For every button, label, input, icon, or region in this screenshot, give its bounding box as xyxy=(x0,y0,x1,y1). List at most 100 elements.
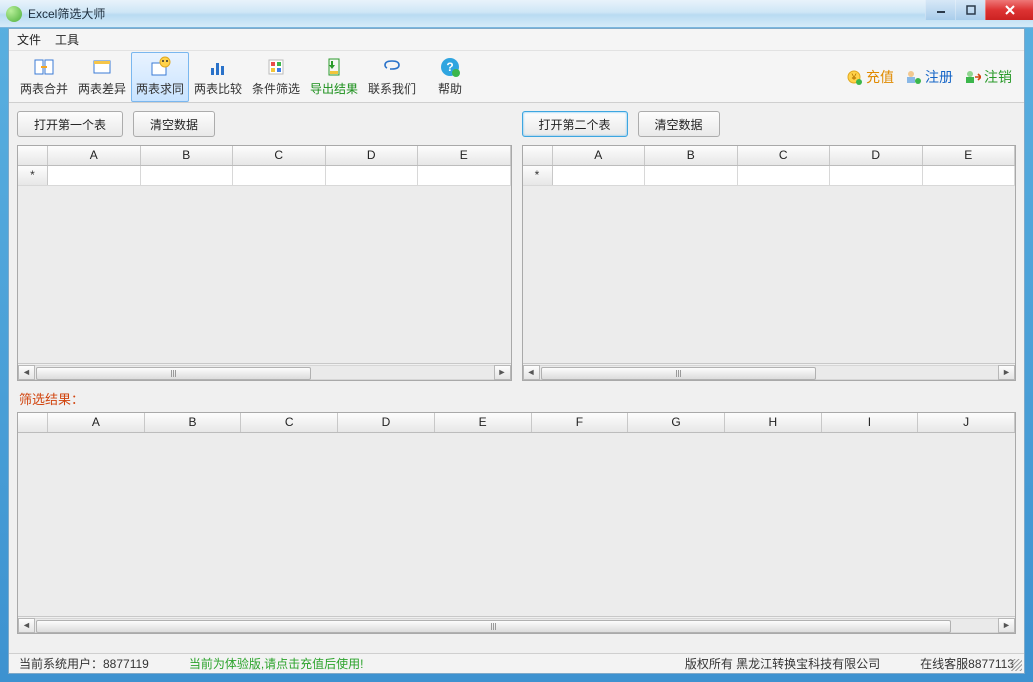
right-grid[interactable]: A B C D E * xyxy=(522,145,1017,381)
merge-icon xyxy=(33,56,55,78)
status-bar: 当前系统用户：8877119 当前为体验版,请点击充值后使用! 版权所有 黑龙江… xyxy=(9,653,1024,673)
status-copyright: 版权所有 黑龙江转换宝科技有限公司 xyxy=(685,655,880,672)
col-header[interactable]: C xyxy=(241,413,338,432)
scroll-left-arrow-icon[interactable]: ◄ xyxy=(523,365,540,380)
toolbar-right: ¥ 充值 注册 注销 xyxy=(845,67,1018,87)
col-header[interactable]: J xyxy=(918,413,1015,432)
scroll-thumb[interactable] xyxy=(36,620,951,633)
toolbar-export[interactable]: 导出结果 xyxy=(305,52,363,102)
h-scrollbar[interactable]: ◄ ► xyxy=(18,616,1015,633)
result-grid[interactable]: A B C D E F G H I J ◄ xyxy=(17,412,1016,634)
result-label: 筛选结果： xyxy=(19,389,1016,408)
col-header[interactable]: G xyxy=(628,413,725,432)
right-grid-header: A B C D E xyxy=(523,146,1016,166)
window: Excel筛选大师 文件 工具 两表合并 xyxy=(0,0,1033,682)
scroll-right-arrow-icon[interactable]: ► xyxy=(494,365,511,380)
diff-icon xyxy=(91,56,113,78)
work-area: 打开第一个表 清空数据 A B C D E xyxy=(9,103,1024,634)
scroll-track[interactable] xyxy=(540,365,999,380)
toolbar-diff-label: 两表差异 xyxy=(78,80,126,97)
minimize-button[interactable] xyxy=(925,0,955,20)
toolbar-merge[interactable]: 两表合并 xyxy=(15,52,73,102)
open-first-table-button[interactable]: 打开第一个表 xyxy=(17,111,123,137)
scroll-track[interactable] xyxy=(35,618,998,633)
toolbar-contact[interactable]: 联系我们 xyxy=(363,52,421,102)
menu-file[interactable]: 文件 xyxy=(17,31,41,48)
col-header[interactable]: C xyxy=(233,146,326,165)
col-header[interactable]: I xyxy=(822,413,919,432)
scroll-right-arrow-icon[interactable]: ► xyxy=(998,618,1015,633)
cell[interactable] xyxy=(738,166,831,185)
toolbar-help[interactable]: ? 帮助 xyxy=(421,52,479,102)
col-header[interactable]: A xyxy=(553,146,646,165)
cell[interactable] xyxy=(48,166,141,185)
register-label: 注册 xyxy=(925,67,953,87)
right-panel: 打开第二个表 清空数据 A B C D E xyxy=(522,111,1017,381)
contact-icon xyxy=(381,56,403,78)
h-scrollbar[interactable]: ◄ ► xyxy=(523,363,1016,380)
register-link[interactable]: 注册 xyxy=(904,67,953,87)
clear-left-button[interactable]: 清空数据 xyxy=(133,111,215,137)
logout-label: 注销 xyxy=(984,67,1012,87)
left-grid[interactable]: A B C D E * xyxy=(17,145,512,381)
cell[interactable] xyxy=(923,166,1016,185)
client-area: 文件 工具 两表合并 两表差异 两表求同 两表比较 条件筛选 xyxy=(8,28,1025,674)
close-button[interactable] xyxy=(985,0,1033,20)
open-second-table-button[interactable]: 打开第二个表 xyxy=(522,111,628,137)
col-header[interactable]: D xyxy=(830,146,923,165)
row-selector-header[interactable] xyxy=(18,146,48,165)
toolbar-same-label: 两表求同 xyxy=(136,80,184,97)
col-header[interactable]: B xyxy=(141,146,234,165)
cell[interactable] xyxy=(418,166,511,185)
grid-row[interactable]: * xyxy=(523,166,1016,186)
row-selector-header[interactable] xyxy=(18,413,48,432)
cell[interactable] xyxy=(553,166,646,185)
col-header[interactable]: H xyxy=(725,413,822,432)
col-header[interactable]: A xyxy=(48,413,145,432)
col-header[interactable]: B xyxy=(645,146,738,165)
coin-icon: ¥ xyxy=(845,68,863,86)
col-header[interactable]: A xyxy=(48,146,141,165)
toolbar-diff[interactable]: 两表差异 xyxy=(73,52,131,102)
cell[interactable] xyxy=(830,166,923,185)
toolbar-same[interactable]: 两表求同 xyxy=(131,52,189,102)
col-header[interactable]: D xyxy=(326,146,419,165)
col-header[interactable]: D xyxy=(338,413,435,432)
col-header[interactable]: E xyxy=(418,146,511,165)
col-header[interactable]: B xyxy=(145,413,242,432)
scroll-thumb[interactable] xyxy=(541,367,816,380)
col-header[interactable]: C xyxy=(738,146,831,165)
cell[interactable] xyxy=(233,166,326,185)
window-controls xyxy=(925,0,1033,20)
toolbar: 两表合并 两表差异 两表求同 两表比较 条件筛选 导出结果 xyxy=(9,51,1024,103)
scroll-left-arrow-icon[interactable]: ◄ xyxy=(18,365,35,380)
recharge-label: 充值 xyxy=(866,67,894,87)
cell[interactable] xyxy=(645,166,738,185)
resize-grip-icon[interactable] xyxy=(1010,659,1022,671)
grid-row[interactable]: * xyxy=(18,166,511,186)
result-panel: A B C D E F G H I J ◄ xyxy=(17,412,1016,634)
col-header[interactable]: F xyxy=(532,413,629,432)
compare-icon xyxy=(207,56,229,78)
scroll-right-arrow-icon[interactable]: ► xyxy=(998,365,1015,380)
col-header[interactable]: E xyxy=(923,146,1016,165)
cell[interactable] xyxy=(141,166,234,185)
row-selector-header[interactable] xyxy=(523,146,553,165)
scroll-track[interactable] xyxy=(35,365,494,380)
maximize-button[interactable] xyxy=(955,0,985,20)
toolbar-export-label: 导出结果 xyxy=(310,80,358,97)
filter-icon xyxy=(265,56,287,78)
status-trial[interactable]: 当前为体验版,请点击充值后使用! xyxy=(189,655,364,672)
scroll-left-arrow-icon[interactable]: ◄ xyxy=(18,618,35,633)
menu-tools[interactable]: 工具 xyxy=(55,31,79,48)
toolbar-contact-label: 联系我们 xyxy=(368,80,416,97)
cell[interactable] xyxy=(326,166,419,185)
toolbar-filter[interactable]: 条件筛选 xyxy=(247,52,305,102)
toolbar-compare[interactable]: 两表比较 xyxy=(189,52,247,102)
col-header[interactable]: E xyxy=(435,413,532,432)
scroll-thumb[interactable] xyxy=(36,367,311,380)
recharge-link[interactable]: ¥ 充值 xyxy=(845,67,894,87)
logout-link[interactable]: 注销 xyxy=(963,67,1012,87)
clear-right-button[interactable]: 清空数据 xyxy=(638,111,720,137)
h-scrollbar[interactable]: ◄ ► xyxy=(18,363,511,380)
